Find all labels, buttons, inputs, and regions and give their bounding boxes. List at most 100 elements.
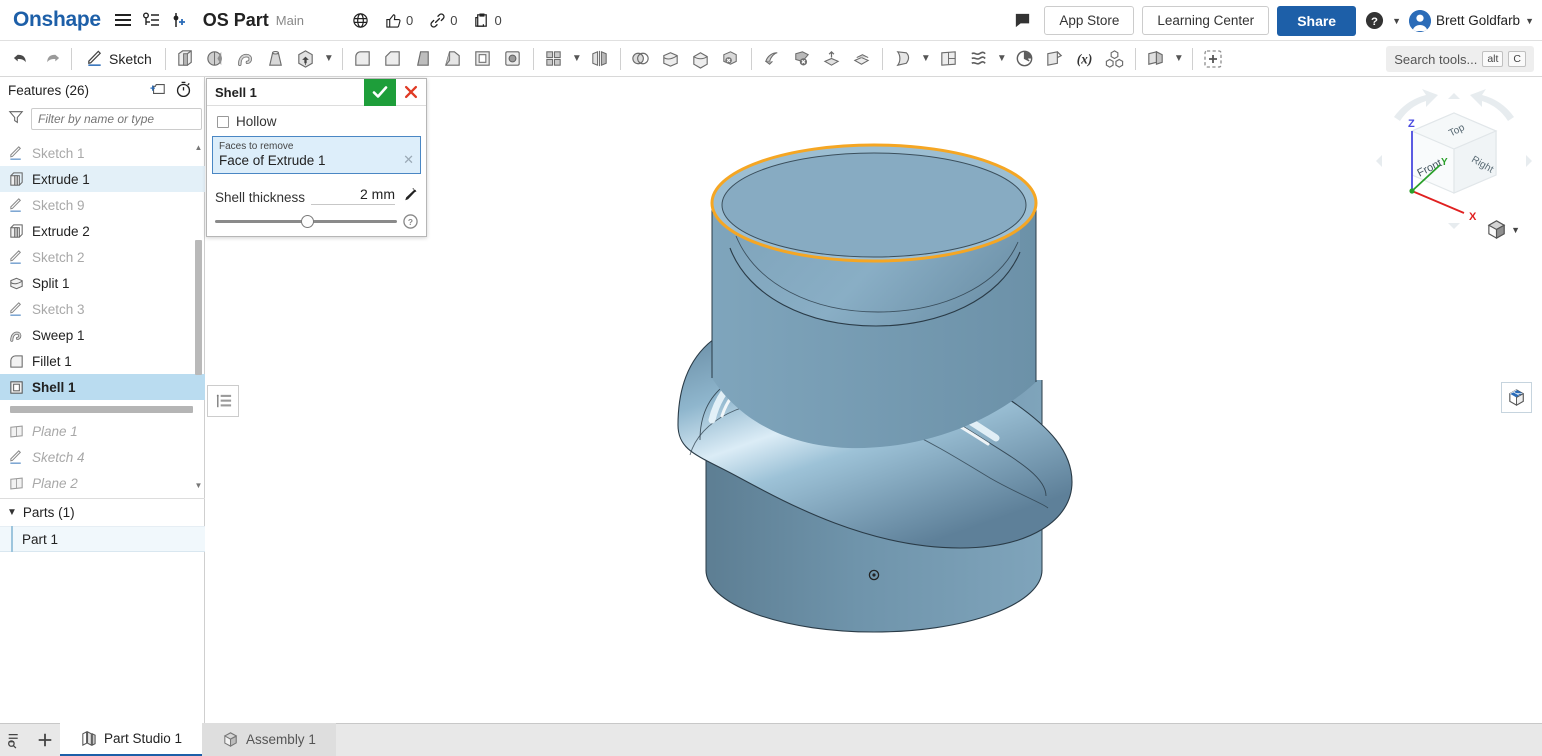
project-icon[interactable] — [1040, 44, 1070, 74]
revolve-icon[interactable] — [201, 44, 231, 74]
chamfer-icon[interactable] — [378, 44, 408, 74]
solids-chevron-down-icon[interactable]: ▼ — [321, 44, 337, 74]
feature-tree-item[interactable]: Sketch 3 — [0, 296, 205, 322]
sketch-plane-icon[interactable] — [934, 44, 964, 74]
replace-face-icon[interactable] — [757, 44, 787, 74]
thicken-icon[interactable] — [291, 44, 321, 74]
scrollbar-thumb[interactable] — [195, 240, 202, 375]
fillet-icon[interactable] — [348, 44, 378, 74]
learning-center-button[interactable]: Learning Center — [1142, 6, 1270, 35]
rib-icon[interactable] — [438, 44, 468, 74]
view-cube[interactable]: Top Front Right Z X Y — [1374, 87, 1534, 237]
curve-icon[interactable] — [964, 44, 994, 74]
pattern-icon[interactable] — [539, 44, 569, 74]
scroll-up-arrow-icon[interactable]: ▲ — [194, 142, 203, 152]
scrollbar-track[interactable] — [194, 152, 203, 480]
cancel-button[interactable] — [396, 79, 426, 106]
features-filter-input[interactable] — [31, 108, 202, 130]
pattern-chevron-down-icon[interactable]: ▼ — [569, 44, 585, 74]
feature-tree-item[interactable]: Sketch 9 — [0, 192, 205, 218]
app-store-button[interactable]: App Store — [1044, 6, 1135, 35]
draft-icon[interactable] — [408, 44, 438, 74]
feature-tree-item[interactable]: Extrude 1 — [0, 166, 205, 192]
feature-tree-item[interactable]: Split 1 — [0, 270, 205, 296]
shell-thickness-input[interactable]: 2 mm — [311, 186, 395, 205]
add-folder-icon[interactable] — [150, 81, 166, 100]
split-icon[interactable] — [656, 44, 686, 74]
shell-feature-dialog[interactable]: Shell 1 Hollow Faces to remove Face of E… — [206, 78, 427, 237]
sheet-metal-chevron-down-icon[interactable]: ▼ — [1171, 44, 1187, 74]
feature-list-button[interactable] — [207, 385, 239, 417]
hollow-checkbox[interactable] — [217, 115, 229, 128]
insert-version-icon[interactable] — [165, 6, 193, 34]
links-stat[interactable]: 0 — [429, 12, 457, 29]
appearance-panel-button[interactable] — [1501, 382, 1532, 413]
share-button[interactable]: Share — [1277, 5, 1357, 36]
version-history-icon[interactable] — [137, 6, 165, 34]
undo-icon[interactable] — [6, 44, 36, 74]
feature-tree-item[interactable]: Plane 1 — [0, 418, 205, 444]
help-circle-icon[interactable]: ? — [1364, 7, 1384, 35]
add-tab-icon[interactable] — [30, 723, 60, 756]
tab-search-icon[interactable] — [0, 723, 30, 756]
redo-icon[interactable] — [36, 44, 66, 74]
help-chevron-down-icon[interactable]: ▼ — [1392, 16, 1401, 26]
clear-x-icon[interactable]: ✕ — [403, 152, 414, 168]
hole-icon[interactable] — [498, 44, 528, 74]
sheet-metal-icon[interactable] — [1141, 44, 1171, 74]
accept-button[interactable] — [364, 78, 396, 106]
tab-assembly-1[interactable]: Assembly 1 — [202, 723, 336, 756]
draft-face-icon[interactable] — [847, 44, 877, 74]
scroll-down-arrow-icon[interactable]: ▼ — [194, 480, 203, 490]
feature-tree-scrollbar[interactable]: ▲ ▼ — [194, 142, 203, 490]
extrude-icon[interactable] — [171, 44, 201, 74]
dialog-title-bar[interactable]: Shell 1 — [207, 78, 426, 106]
loft-icon[interactable] — [261, 44, 291, 74]
onshape-logo[interactable]: Onshape — [13, 8, 101, 32]
display-mode-chevron-down-icon[interactable]: ▼ — [1511, 225, 1520, 235]
tab-part-studio-1[interactable]: Part Studio 1 — [60, 723, 203, 756]
copies-stat[interactable]: 0 — [473, 12, 502, 29]
sweep-icon[interactable] — [231, 44, 261, 74]
shell-icon[interactable] — [468, 44, 498, 74]
likes-stat[interactable]: 0 — [385, 12, 413, 29]
feature-tree-item[interactable]: Sketch 1 — [0, 140, 205, 166]
search-tools-input[interactable]: Search tools... alt C — [1386, 46, 1534, 72]
add-feature-icon[interactable] — [1198, 44, 1228, 74]
rollback-bar[interactable] — [10, 406, 193, 413]
comment-icon[interactable] — [1008, 7, 1036, 35]
feature-tree-item[interactable]: Shell 1 — [0, 374, 205, 400]
user-menu[interactable]: Brett Goldfarb ▼ — [1409, 9, 1534, 32]
faces-to-remove-field[interactable]: Faces to remove Face of Extrude 1 ✕ — [212, 136, 421, 174]
feature-tree-item[interactable]: Fillet 1 — [0, 348, 205, 374]
public-globe-stat[interactable] — [352, 12, 369, 29]
mirror-icon[interactable] — [585, 44, 615, 74]
assembly-icon[interactable] — [1100, 44, 1130, 74]
offset-face-icon[interactable] — [817, 44, 847, 74]
hamburger-menu-icon[interactable] — [109, 6, 137, 34]
plane-chevron-down-icon[interactable]: ▼ — [918, 44, 934, 74]
boolean-icon[interactable] — [626, 44, 656, 74]
feature-tree-item[interactable]: Sweep 1 — [0, 322, 205, 348]
filter-icon[interactable] — [8, 109, 24, 130]
move-face-icon[interactable] — [787, 44, 817, 74]
feature-tree-item[interactable]: Plane 2 — [0, 470, 205, 496]
helix-icon[interactable] — [1010, 44, 1040, 74]
delete-face-icon[interactable] — [716, 44, 746, 74]
thickness-slider[interactable] — [215, 215, 397, 228]
sketch-button[interactable]: Sketch — [77, 44, 160, 74]
transform-icon[interactable] — [686, 44, 716, 74]
parts-panel-header[interactable]: ▼ Parts (1) — [0, 499, 205, 526]
chevron-down-icon[interactable]: ▼ — [7, 507, 17, 518]
variable-icon[interactable]: (x) — [1070, 44, 1100, 74]
feature-tree-item[interactable]: Sketch 2 — [0, 244, 205, 270]
document-title[interactable]: OS Part — [203, 10, 269, 31]
slider-thumb[interactable] — [300, 215, 314, 228]
hollow-checkbox-row[interactable]: Hollow — [207, 106, 426, 134]
display-mode-button[interactable]: ▼ — [1486, 219, 1520, 240]
feature-tree-item[interactable]: Extrude 2 — [0, 218, 205, 244]
plane-icon[interactable] — [888, 44, 918, 74]
list-item[interactable]: Part 1 — [0, 526, 205, 552]
curve-chevron-down-icon[interactable]: ▼ — [994, 44, 1010, 74]
feature-tree-item[interactable]: Sketch 4 — [0, 444, 205, 470]
